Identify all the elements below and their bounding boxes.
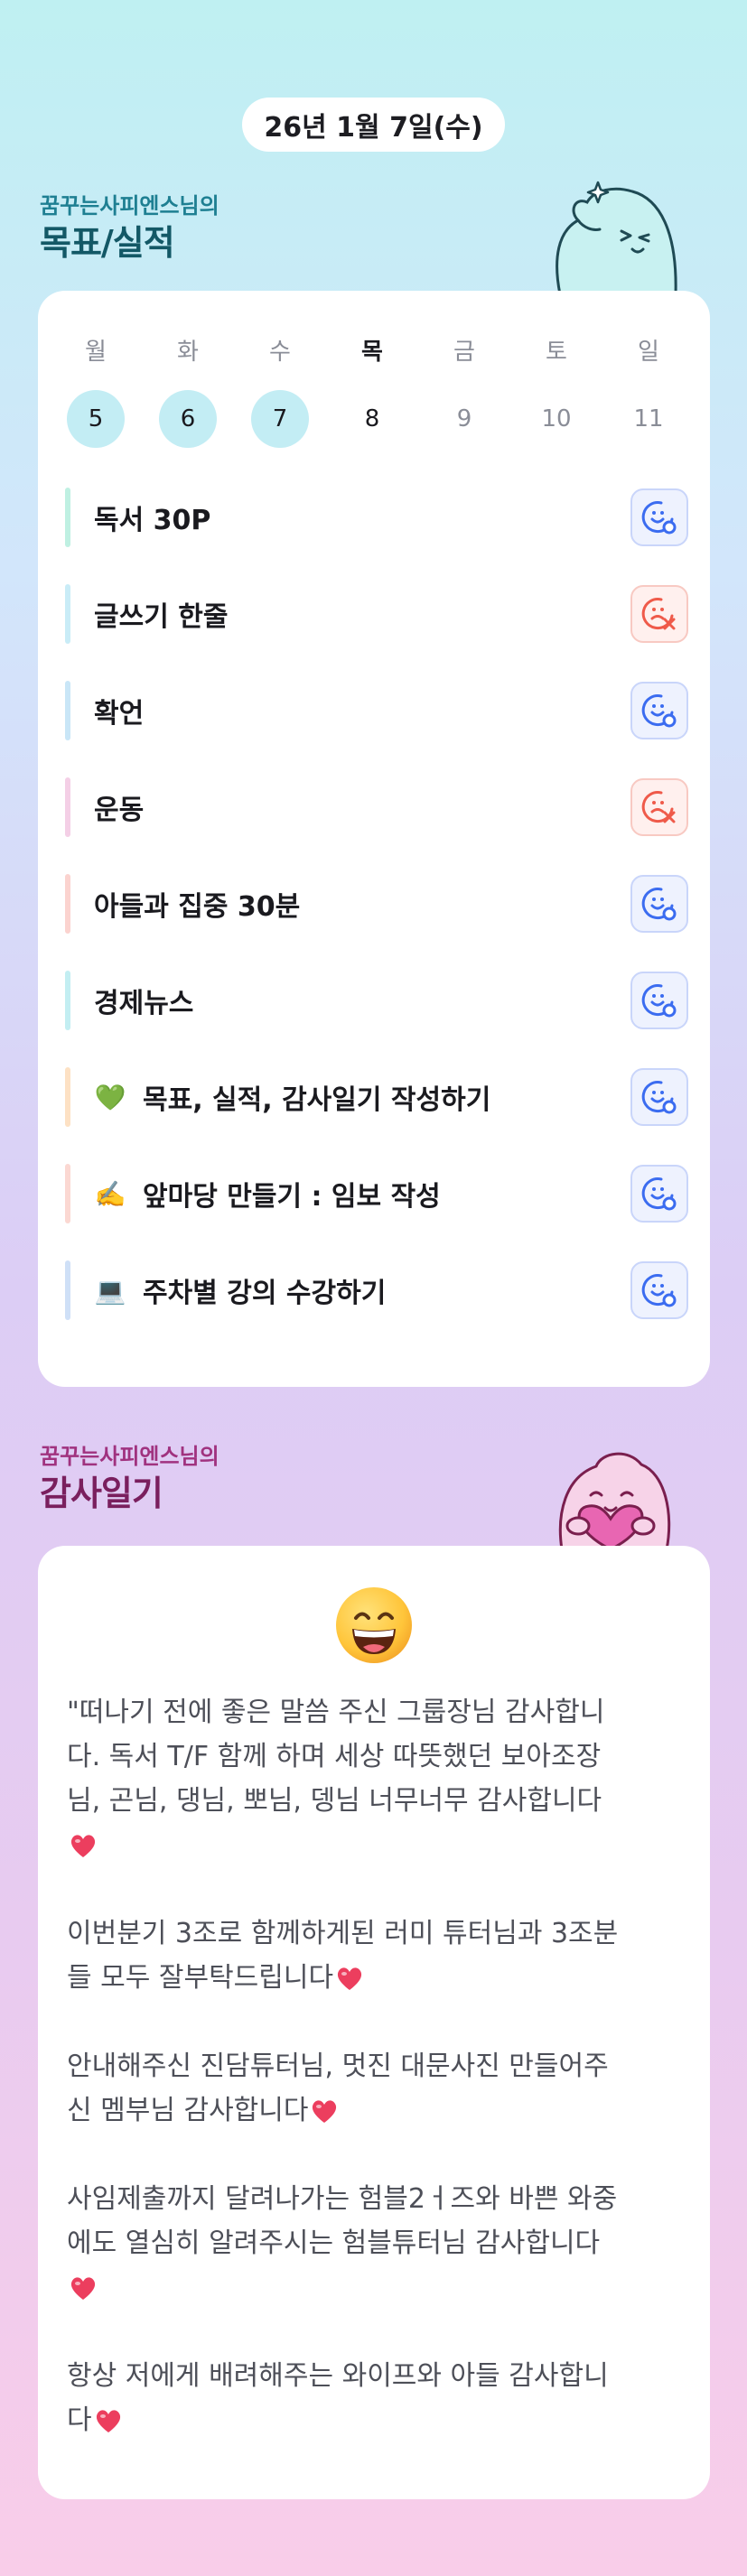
achieved-face-icon[interactable] bbox=[630, 1261, 688, 1319]
gratitude-paragraph: "떠나기 전에 좋은 말씀 주신 그룹장님 감사합니 다. 독서 T/F 함께 … bbox=[67, 1690, 681, 1867]
heart-icon bbox=[335, 1961, 364, 1990]
goal-row[interactable]: 확언 bbox=[65, 681, 688, 740]
heart-icon bbox=[94, 2404, 123, 2432]
heart-icon bbox=[69, 1828, 98, 1857]
mascot-ghost-icon bbox=[556, 181, 677, 294]
achieved-face-icon[interactable] bbox=[630, 1068, 688, 1126]
day-7[interactable]: 수7 bbox=[251, 336, 309, 448]
gratitude-title: 감사일기 bbox=[40, 1474, 163, 1513]
date-label: 26년 1월 7일(수) bbox=[264, 112, 483, 144]
goals-card: 월 5 화 6 수 7 목 8 금 9 토 10 일 11 독서 30P 글쓰기 한줄 확언 운동 아들과 집중 … bbox=[38, 291, 710, 1387]
day-number: 7 bbox=[251, 390, 309, 448]
gratitude-text: "떠나기 전에 좋은 말씀 주신 그룹장님 감사합니 다. 독서 T/F 함께 … bbox=[67, 1690, 681, 2487]
day-6[interactable]: 화6 bbox=[159, 336, 217, 448]
goals-title: 목표/실적 bbox=[40, 223, 175, 263]
goal-color-bar bbox=[65, 681, 70, 740]
day-number: 10 bbox=[541, 405, 572, 432]
day-10[interactable]: 토 10 bbox=[528, 336, 585, 448]
day-5[interactable]: 월5 bbox=[67, 336, 125, 448]
day-name: 일 bbox=[638, 339, 659, 366]
goal-row[interactable]: 아들과 집중 30분 bbox=[65, 874, 688, 934]
achieved-face-icon[interactable] bbox=[630, 972, 688, 1029]
day-name: 목 bbox=[361, 339, 383, 366]
goal-color-bar bbox=[65, 777, 70, 837]
gratitude-paragraph: 항상 저에게 배려해주는 와이프와 아들 감사합니 다 bbox=[67, 2354, 681, 2442]
day-name: 화 bbox=[177, 339, 199, 366]
heart-icon bbox=[310, 2094, 339, 2123]
day-name: 수 bbox=[269, 339, 291, 366]
day-name: 토 bbox=[546, 339, 567, 366]
goal-color-bar bbox=[65, 971, 70, 1030]
goal-row[interactable]: 글쓰기 한줄 bbox=[65, 584, 688, 644]
gratitude-paragraph: 사임제출까지 달려나가는 험블2ㅓ즈와 바쁜 와중 에도 열심히 알려주시는 험… bbox=[67, 2177, 681, 2310]
day-number: 11 bbox=[633, 405, 664, 432]
day-number: 5 bbox=[67, 390, 125, 448]
goal-row[interactable]: ✍️ 앞마당 만들기 : 임보 작성 bbox=[65, 1164, 688, 1223]
goal-label: 주차별 강의 수강하기 bbox=[143, 1278, 387, 1309]
goal-color-bar bbox=[65, 584, 70, 644]
heart-icon bbox=[69, 2271, 98, 2300]
failed-face-icon[interactable] bbox=[630, 778, 688, 836]
day-8[interactable]: 목8 bbox=[343, 336, 401, 448]
achieved-face-icon[interactable] bbox=[630, 875, 688, 933]
day-name: 월 bbox=[85, 339, 107, 366]
goal-emoji-icon: ✍️ bbox=[94, 1178, 126, 1209]
achieved-face-icon[interactable] bbox=[630, 682, 688, 739]
day-number: 8 bbox=[364, 405, 380, 432]
gratitude-paragraph: 안내해주신 진담튜터님, 멋진 대문사진 만들어주 신 멤부님 감사합니다 bbox=[67, 2044, 681, 2133]
gratitude-paragraph: 이번분기 3조로 함께하게된 러미 튜터님과 3조분 들 모두 잘부탁드립니다 bbox=[67, 1911, 681, 2000]
goal-color-bar bbox=[65, 874, 70, 934]
goal-label: 목표, 실적, 감사일기 작성하기 bbox=[143, 1084, 491, 1116]
goal-row[interactable]: 💻 주차별 강의 수강하기 bbox=[65, 1260, 688, 1320]
mascot-heart-hug-icon bbox=[558, 1452, 671, 1549]
goal-color-bar bbox=[65, 1260, 70, 1320]
goal-label: 경제뉴스 bbox=[94, 988, 194, 1019]
gratitude-paragraph-text: 항상 저에게 배려해주는 와이프와 아들 감사합니 다 bbox=[67, 2360, 609, 2436]
failed-face-icon[interactable] bbox=[630, 585, 688, 643]
goal-color-bar bbox=[65, 488, 70, 547]
day-9[interactable]: 금9 bbox=[435, 336, 493, 448]
day-number: 6 bbox=[159, 390, 217, 448]
day-name: 금 bbox=[453, 339, 475, 366]
goal-row[interactable]: 독서 30P bbox=[65, 488, 688, 547]
gratitude-paragraph-text: "떠나기 전에 좋은 말씀 주신 그룹장님 감사합니 다. 독서 T/F 함께 … bbox=[67, 1697, 605, 1817]
date-pill[interactable]: 26년 1월 7일(수) bbox=[242, 98, 505, 152]
goal-row[interactable]: 운동 bbox=[65, 777, 688, 837]
gratitude-paragraph-text: 사임제출까지 달려나가는 험블2ㅓ즈와 바쁜 와중 에도 열심히 알려주시는 험… bbox=[67, 2183, 618, 2259]
goal-row[interactable]: 💚 목표, 실적, 감사일기 작성하기 bbox=[65, 1067, 688, 1127]
goal-label: 확언 bbox=[94, 698, 145, 730]
achieved-face-icon[interactable] bbox=[630, 488, 688, 546]
goal-label: 글쓰기 한줄 bbox=[94, 601, 229, 633]
goal-color-bar bbox=[65, 1067, 70, 1127]
goal-color-bar bbox=[65, 1164, 70, 1223]
goal-emoji-icon: 💚 bbox=[94, 1082, 126, 1112]
achieved-face-icon[interactable] bbox=[630, 1165, 688, 1223]
goal-label: 아들과 집중 30분 bbox=[94, 891, 301, 923]
goal-label: 독서 30P bbox=[94, 505, 211, 536]
goal-emoji-icon: 💻 bbox=[94, 1275, 126, 1306]
grinning-face-icon bbox=[336, 1587, 412, 1663]
goal-label: 운동 bbox=[94, 795, 145, 826]
goal-row[interactable]: 경제뉴스 bbox=[65, 971, 688, 1030]
day-11[interactable]: 일 11 bbox=[620, 336, 677, 448]
gratitude-card: "떠나기 전에 좋은 말씀 주신 그룹장님 감사합니 다. 독서 T/F 함께 … bbox=[38, 1546, 710, 2499]
goal-label: 앞마당 만들기 : 임보 작성 bbox=[143, 1181, 441, 1213]
day-number: 9 bbox=[456, 405, 472, 432]
